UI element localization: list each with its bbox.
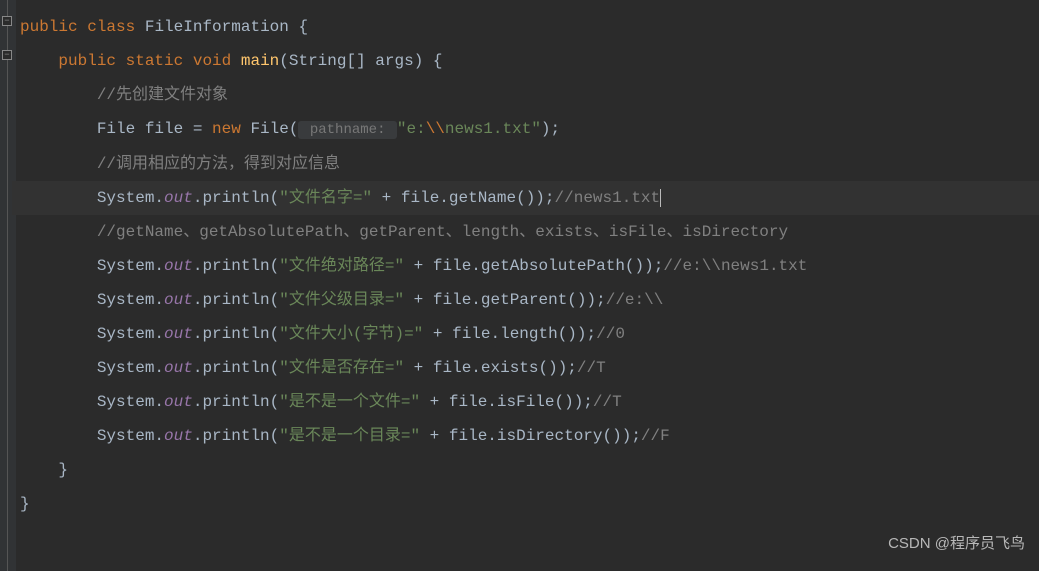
code-line: //先创建文件对象 [12,78,1039,112]
code-line: public static void main(String[] args) { [12,44,1039,78]
code-line: //调用相应的方法，得到对应信息 [12,147,1039,181]
code-editor[interactable]: public class FileInformation { public st… [0,0,1039,521]
code-line: File file = new File( pathname: "e:\\new… [12,112,1039,147]
code-line: System.out.println("是不是一个文件=" + file.isF… [12,385,1039,419]
code-line-active: System.out.println("文件名字=" + file.getNam… [12,181,1039,215]
code-line: //getName、getAbsolutePath、getParent、leng… [12,215,1039,249]
text-cursor: //news1.txt [555,189,662,207]
code-line: System.out.println("文件大小(字节)=" + file.le… [12,317,1039,351]
code-line: System.out.println("文件父级目录=" + file.getP… [12,283,1039,317]
code-line: public class FileInformation { [12,10,1039,44]
code-line: } [12,453,1039,487]
code-line: System.out.println("是不是一个目录=" + file.isD… [12,419,1039,453]
parameter-hint: pathname: [298,121,396,139]
watermark-text: CSDN @程序员飞鸟 [888,527,1025,561]
code-line: System.out.println("文件绝对路径=" + file.getA… [12,249,1039,283]
code-line: } [12,487,1039,521]
code-line: System.out.println("文件是否存在=" + file.exis… [12,351,1039,385]
